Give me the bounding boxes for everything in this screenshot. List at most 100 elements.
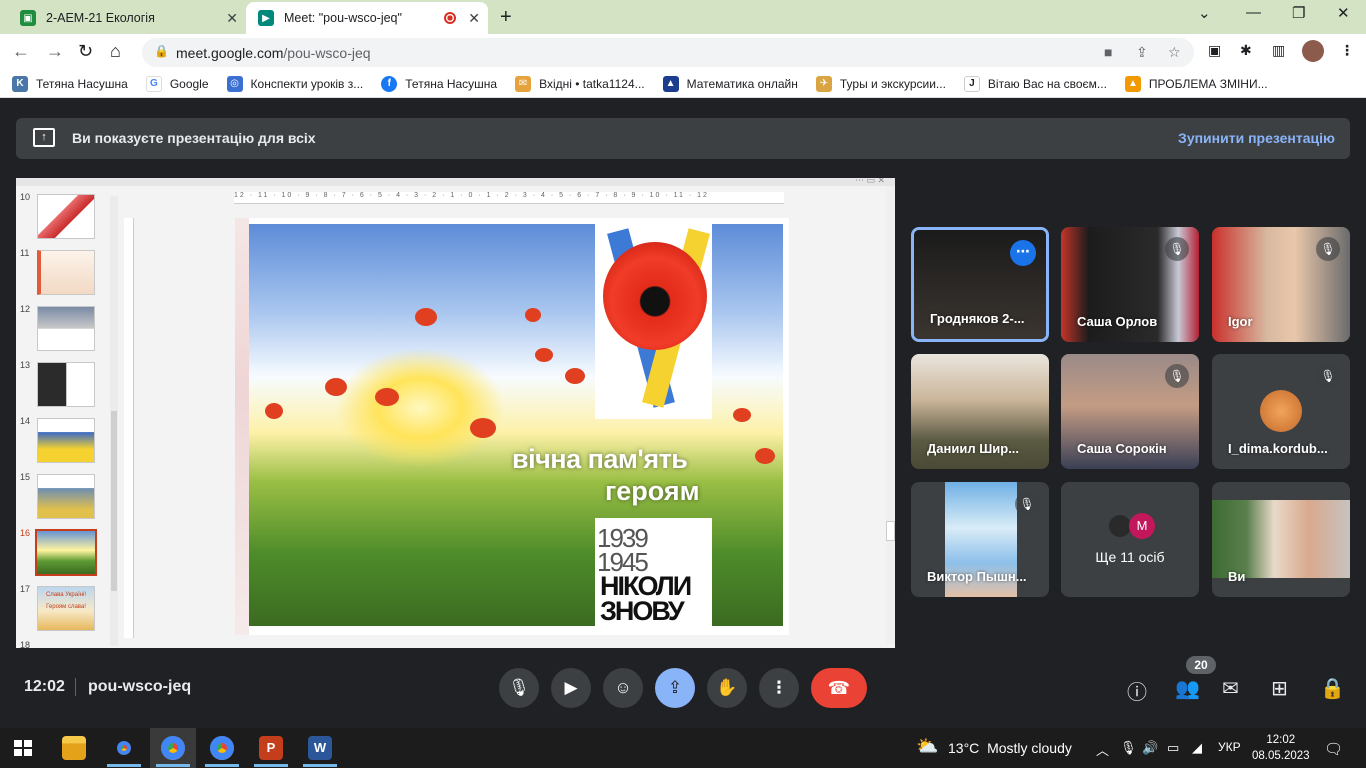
slide-thumbnail[interactable] bbox=[37, 418, 95, 463]
input-language[interactable]: УКР bbox=[1218, 740, 1241, 754]
bookmark-item[interactable]: f Тетяна Насушна bbox=[381, 75, 498, 92]
window-close-button[interactable]: ✕ bbox=[1337, 4, 1350, 22]
weather-cloud-icon[interactable]: ⛅ bbox=[916, 736, 938, 757]
participant-tile[interactable]: 🎙 Саша Орлов bbox=[1061, 227, 1199, 342]
bookmark-item[interactable]: ▲ ПРОБЛЕМА ЗМІНИ... bbox=[1124, 75, 1268, 92]
volume-icon[interactable]: 🔊 bbox=[1142, 740, 1158, 756]
meeting-info-icon[interactable]: ⓘ bbox=[1127, 676, 1147, 705]
host-controls-icon[interactable]: 🔒 bbox=[1320, 676, 1345, 701]
participant-tile-self[interactable]: Ви bbox=[1212, 482, 1350, 597]
side-panel-icon[interactable]: ▥ bbox=[1272, 42, 1285, 59]
mic-off-icon: 🎙 bbox=[1165, 237, 1189, 261]
new-tab-button[interactable]: + bbox=[500, 6, 512, 29]
slide-thumbnail[interactable] bbox=[37, 474, 95, 519]
participant-tile[interactable]: ⋯ Гродняков 2-... bbox=[911, 227, 1049, 342]
present-icon: ↑ bbox=[33, 128, 55, 147]
home-button[interactable]: ⌂ bbox=[110, 41, 121, 62]
slide-thumbnail[interactable] bbox=[37, 306, 95, 351]
camera-in-use-icon[interactable]: ■ bbox=[1104, 44, 1112, 60]
bookmark-label: Тетяна Насушна bbox=[36, 76, 128, 91]
camera-button[interactable]: ▶ bbox=[551, 668, 591, 708]
participant-tile[interactable]: 🎙 Виктор Пышн... bbox=[911, 482, 1049, 597]
bookmark-item[interactable]: G Google bbox=[145, 75, 209, 92]
word-icon[interactable]: W bbox=[308, 736, 332, 760]
slide-scrollbar[interactable] bbox=[886, 186, 895, 644]
bookmark-item[interactable]: ◎ Конспекти уроків з... bbox=[226, 75, 363, 92]
bookmark-label: Тетяна Насушна bbox=[405, 76, 498, 91]
slide-thumbnail[interactable] bbox=[37, 250, 95, 295]
chat-icon[interactable]: ✉ bbox=[1222, 676, 1239, 701]
system-clock[interactable]: 12:02 08.05.2023 bbox=[1252, 732, 1310, 764]
bookmark-item[interactable]: K Тетяна Насушна bbox=[12, 75, 128, 92]
slide-thumbnail[interactable] bbox=[37, 362, 95, 407]
shared-presentation[interactable]: ⋯ ▭ ✕ 10 11 12 13 14 15 16 17 Слава Укра… bbox=[16, 178, 895, 648]
bookmark-item[interactable]: J Вітаю Вас на своєм... bbox=[963, 75, 1107, 92]
tab-title: 2-АЕМ-21 Екологія bbox=[46, 11, 155, 25]
back-button[interactable]: ← bbox=[12, 41, 30, 62]
google-icon: G bbox=[145, 75, 162, 92]
close-icon[interactable]: ✕ bbox=[468, 10, 480, 27]
current-slide[interactable]: вічна пам'ять героям 1939 1945 НІКОЛИ ЗН… bbox=[235, 218, 789, 635]
emoji-reaction-button[interactable]: ☺ bbox=[603, 668, 643, 708]
bookmark-item[interactable]: ▲ Математика онлайн bbox=[662, 75, 798, 92]
poppy-flower bbox=[525, 308, 541, 322]
participant-name: Ви bbox=[1228, 569, 1246, 584]
slide-number: 18 bbox=[20, 640, 31, 648]
slide-thumbnail[interactable]: Слава Україні! Героям слава! bbox=[37, 586, 95, 631]
participant-tile[interactable]: 🎙 Igor bbox=[1212, 227, 1350, 342]
present-screen-button[interactable]: ⇪ bbox=[655, 668, 695, 708]
thumbnail-scrollbar[interactable] bbox=[110, 196, 118, 646]
participant-tile[interactable]: 🎙 I_dima.kordub... bbox=[1212, 354, 1350, 469]
profile-avatar[interactable] bbox=[1302, 40, 1324, 62]
lock-icon[interactable]: 🔒 bbox=[154, 44, 169, 58]
scroll-thumb[interactable] bbox=[886, 521, 895, 541]
tab-classroom[interactable]: ▣ 2-АЕМ-21 Екологія ✕ bbox=[8, 2, 246, 34]
scroll-thumb[interactable] bbox=[111, 411, 117, 591]
show-hidden-icons[interactable]: ︿ bbox=[1096, 740, 1109, 759]
reload-button[interactable]: ↻ bbox=[78, 41, 93, 62]
file-explorer-icon[interactable] bbox=[62, 736, 86, 760]
windows-taskbar: P W ⛅ 13°C Mostly cloudy ︿ 🎙 🔊 ▭ ◢ УКР 1… bbox=[0, 728, 1366, 768]
powerpoint-icon[interactable]: P bbox=[259, 736, 283, 760]
chrome-icon[interactable] bbox=[161, 736, 185, 760]
chrome-icon[interactable] bbox=[210, 736, 234, 760]
slide-thumbnail-selected[interactable] bbox=[35, 529, 97, 576]
tab-meet[interactable]: ▶ Meet: "pou-wsco-jeq" ✕ bbox=[246, 2, 488, 34]
menu-kebab-icon[interactable]: ⋮ bbox=[1340, 42, 1354, 59]
leave-call-button[interactable]: ☎ bbox=[811, 668, 867, 708]
extension-icon[interactable]: ▣ bbox=[1208, 42, 1221, 59]
weather-widget[interactable]: 13°C Mostly cloudy bbox=[948, 740, 1072, 756]
microphone-button[interactable]: 🎙 bbox=[499, 668, 539, 708]
people-icon[interactable]: 👥 bbox=[1175, 676, 1200, 701]
bookmark-star-icon[interactable]: ☆ bbox=[1168, 44, 1181, 61]
participant-tile[interactable]: Даниил Шир... bbox=[911, 354, 1049, 469]
activities-icon[interactable]: ⊞ bbox=[1271, 676, 1288, 701]
extensions-puzzle-icon[interactable]: ✱ bbox=[1240, 42, 1252, 59]
browser-tab-strip: ▣ 2-АЕМ-21 Екологія ✕ ▶ Meet: "pou-wsco-… bbox=[0, 0, 1366, 34]
more-participants-tile[interactable]: M Ще 11 осіб bbox=[1061, 482, 1199, 597]
more-options-icon[interactable]: ⋯ bbox=[1010, 240, 1036, 266]
windows-start-icon[interactable] bbox=[14, 740, 32, 756]
notifications-icon[interactable]: 🗨 bbox=[1324, 740, 1343, 758]
url-text[interactable]: meet.google.com/pou-wsco-jeq bbox=[176, 45, 371, 61]
share-icon[interactable]: ⇪ bbox=[1136, 44, 1148, 61]
more-options-button[interactable]: ⋮ bbox=[759, 668, 799, 708]
tab-search-icon[interactable]: ⌄ bbox=[1198, 4, 1211, 22]
battery-icon[interactable]: ▭ bbox=[1167, 740, 1179, 756]
raise-hand-button[interactable]: ✋ bbox=[707, 668, 747, 708]
chrome-icon[interactable] bbox=[112, 736, 136, 760]
microphone-tray-icon[interactable]: 🎙 bbox=[1120, 740, 1137, 756]
bookmark-item[interactable]: ✉ Вхідні • tatka1124... bbox=[515, 75, 645, 92]
restore-button[interactable]: ❐ bbox=[1292, 4, 1305, 22]
bookmark-item[interactable]: ✈ Туры и экскурсии... bbox=[815, 75, 946, 92]
slide-thumbnail[interactable] bbox=[37, 194, 95, 239]
minimize-button[interactable]: — bbox=[1246, 4, 1261, 21]
forward-button[interactable]: → bbox=[46, 41, 64, 62]
close-icon[interactable]: ✕ bbox=[226, 10, 238, 27]
window-controls[interactable]: ⋯ ▭ ✕ bbox=[855, 178, 885, 186]
participant-count-badge: 20 bbox=[1186, 656, 1216, 674]
participant-tile[interactable]: 🎙 Саша Сорокін bbox=[1061, 354, 1199, 469]
stop-presenting-button[interactable]: Зупинити презентацію bbox=[1178, 130, 1335, 146]
address-bar[interactable]: 🔒 meet.google.com/pou-wsco-jeq ■ ⇪ ☆ bbox=[142, 38, 1194, 67]
network-icon[interactable]: ◢ bbox=[1192, 740, 1202, 756]
